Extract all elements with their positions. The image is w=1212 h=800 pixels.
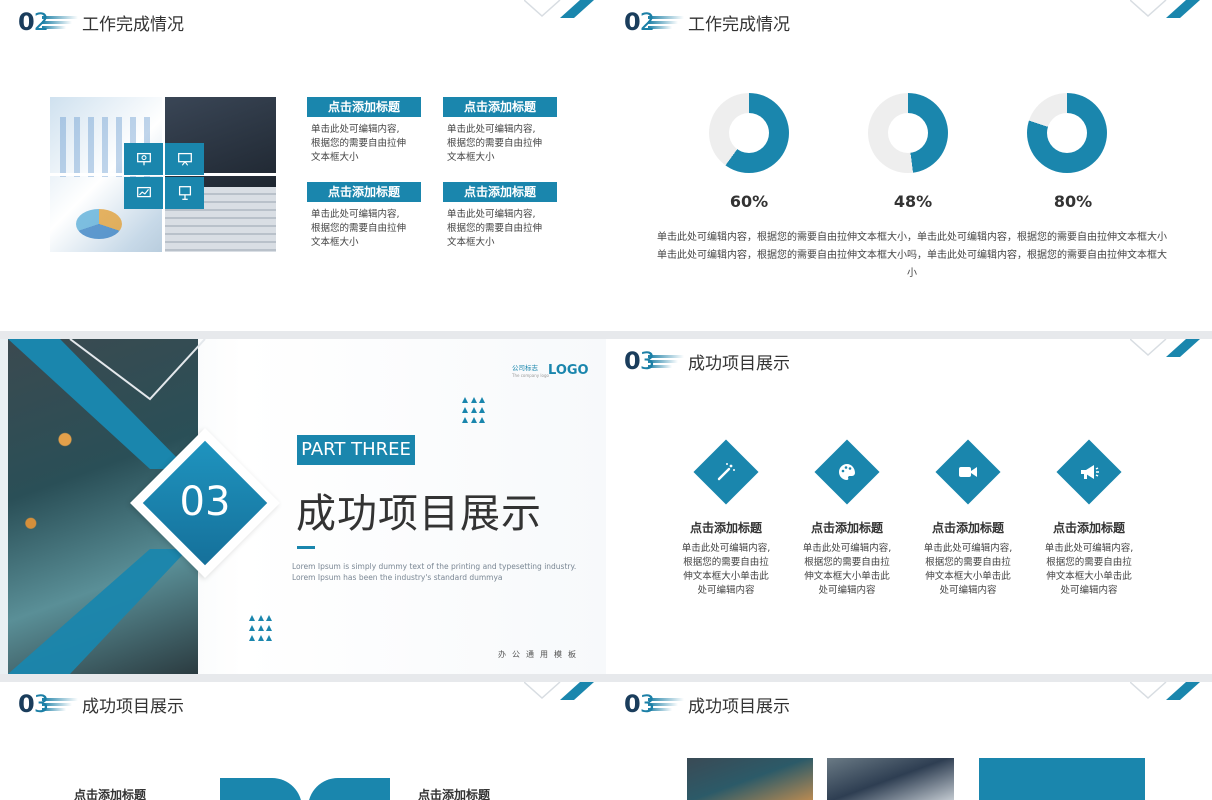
slide-title: 工作完成情况 xyxy=(81,14,184,35)
slide-grid: 02 工作完成情况 点击添加标题 单击此处可编辑内容, 根据您的需要自由拉伸 文本框… xyxy=(0,0,1212,800)
presentation-icon xyxy=(124,143,163,175)
slide-success-projects-3[interactable]: 03 成功项目展示 xyxy=(606,682,1212,800)
card-body: 单击此处可编辑内容, 根据您的需要自由拉伸 文本框大小 xyxy=(311,209,407,248)
corner-decoration xyxy=(524,682,594,700)
project-color-block xyxy=(979,758,1145,800)
magic-wand-icon xyxy=(717,463,735,481)
logo-text: LOGO xyxy=(548,363,589,378)
corner-decoration xyxy=(1130,0,1200,18)
item-title: 点击添加标题 xyxy=(931,521,1004,535)
project-photo xyxy=(687,758,813,800)
donut-percentage: 80% xyxy=(1053,192,1093,211)
corner-decoration xyxy=(1130,682,1200,700)
slide-header: 02 工作完成情况 xyxy=(18,7,184,37)
progress-donut xyxy=(709,93,789,173)
content-card[interactable]: 点击添加标题 单击此处可编辑内容, 根据您的需要自由拉伸 文本框大小 xyxy=(443,182,557,250)
description-paragraph: 单击此处可编辑内容，根据您的需要自由拉伸文本框大小，单击此处可编辑内容，根据您的… xyxy=(657,232,1167,279)
title-underline xyxy=(297,546,315,549)
subtitle-text: Lorem Ipsum is simply dummy text of the … xyxy=(292,562,577,582)
project-item[interactable]: 点击添加标题 单击此处可编辑内容, 根据您的需要自由拉 伸文本框大小单击此 处可编辑内… xyxy=(671,439,781,598)
card-body: 单击此处可编辑内容, 根据您的需要自由拉伸 文本框大小 xyxy=(447,209,543,248)
slide-header: 03 成功项目展示 xyxy=(624,346,790,376)
column-title: 点击添加标题 xyxy=(74,788,147,800)
card-body: 单击此处可编辑内容, 根据您的需要自由拉伸 文本框大小 xyxy=(447,124,543,163)
project-item[interactable]: 点击添加标题 单击此处可编辑内容, 根据您的需要自由拉 伸文本框大小单击此 处可编辑内… xyxy=(792,439,902,598)
chart-board-icon xyxy=(124,177,163,209)
palette-icon xyxy=(839,464,855,480)
slide-success-projects-2[interactable]: 03 成功项目展示 点击添加标题 点击添加标题 xyxy=(0,682,606,800)
video-camera-icon xyxy=(959,467,977,477)
slide-section-cover[interactable]: 03 公司标志 The company logo LOGO PART THREE … xyxy=(0,339,606,674)
slide-header: 02 工作完成情况 xyxy=(624,7,790,37)
content-card[interactable]: 点击添加标题 单击此处可编辑内容, 根据您的需要自由拉伸 文本框大小 xyxy=(443,97,557,165)
column-title: 点击添加标题 xyxy=(418,788,491,800)
corner-decoration xyxy=(524,0,594,18)
corner-decoration xyxy=(1130,339,1200,357)
triangle-dots-decoration xyxy=(249,615,273,643)
board-icon xyxy=(165,143,204,175)
donut-percentage: 48% xyxy=(893,192,933,211)
progress-donut xyxy=(1027,93,1107,173)
card-body: 单击此处可编辑内容, 根据您的需要自由拉伸 文本框大小 xyxy=(311,124,407,163)
company-logo-label: 公司标志 The company logo xyxy=(512,364,549,378)
slide-success-projects[interactable]: 03 成功项目展示 点击添加标题 单击此处可编辑内容, 根据您的需要自由拉 伸文本框… xyxy=(606,339,1212,674)
card-title: 点击添加标题 xyxy=(443,182,557,202)
content-card[interactable]: 点击添加标题 单击此处可编辑内容, 根据您的需要自由拉伸 文本框大小 xyxy=(307,97,421,165)
card-title: 点击添加标题 xyxy=(307,182,421,202)
header-lines-decoration xyxy=(647,694,684,714)
slide-title: 成功项目展示 xyxy=(81,696,184,717)
slide-header: 03 成功项目展示 xyxy=(18,689,184,719)
item-title: 点击添加标题 xyxy=(689,521,762,535)
donut-percentage: 60% xyxy=(729,192,769,211)
slide-title: 工作完成情况 xyxy=(687,14,790,35)
easel-icon xyxy=(165,177,204,209)
item-body: 单击此处可编辑内容, 根据您的需要自由拉 伸文本框大小单击此 处可编辑内容 xyxy=(1044,543,1134,596)
triangle-dots-decoration xyxy=(462,397,486,425)
project-photo xyxy=(827,758,954,800)
progress-donut xyxy=(868,93,948,173)
item-title: 点击添加标题 xyxy=(1052,521,1125,535)
megaphone-icon xyxy=(1081,465,1099,479)
slide-title: 成功项目展示 xyxy=(687,696,790,717)
footer-label: 办公通用模板 xyxy=(498,650,582,659)
header-lines-decoration xyxy=(647,351,684,371)
header-lines-decoration xyxy=(41,694,78,714)
content-card[interactable]: 点击添加标题 单击此处可编辑内容, 根据您的需要自由拉伸 文本框大小 xyxy=(307,182,421,250)
section-title: 成功项目展示 xyxy=(296,491,542,537)
project-item[interactable]: 点击添加标题 单击此处可编辑内容, 根据您的需要自由拉 伸文本框大小单击此 处可编辑内… xyxy=(1034,439,1144,598)
header-lines-decoration xyxy=(41,12,78,32)
header-lines-decoration xyxy=(647,12,684,32)
slide-header: 03 成功项目展示 xyxy=(624,689,790,719)
shape-block xyxy=(220,778,302,800)
section-number: 03 xyxy=(179,479,231,525)
slide-title: 成功项目展示 xyxy=(687,353,790,374)
slide-work-completion-1[interactable]: 02 工作完成情况 点击添加标题 单击此处可编辑内容, 根据您的需要自由拉伸 文本框… xyxy=(0,0,606,331)
part-label: PART THREE xyxy=(297,435,415,465)
item-body: 单击此处可编辑内容, 根据您的需要自由拉 伸文本框大小单击此 处可编辑内容 xyxy=(681,543,771,596)
item-body: 单击此处可编辑内容, 根据您的需要自由拉 伸文本框大小单击此 处可编辑内容 xyxy=(923,543,1013,596)
slide-work-completion-2[interactable]: 02 工作完成情况 60% 48% 80% 单击此处可编辑内容，根据您的需要自由… xyxy=(606,0,1212,331)
project-item[interactable]: 点击添加标题 单击此处可编辑内容, 根据您的需要自由拉 伸文本框大小单击此 处可编辑内… xyxy=(913,439,1023,598)
item-title: 点击添加标题 xyxy=(810,521,883,535)
icon-tiles xyxy=(124,143,204,209)
card-title: 点击添加标题 xyxy=(443,97,557,117)
shape-block xyxy=(308,778,390,800)
item-body: 单击此处可编辑内容, 根据您的需要自由拉 伸文本框大小单击此 处可编辑内容 xyxy=(802,543,892,596)
card-title: 点击添加标题 xyxy=(307,97,421,117)
